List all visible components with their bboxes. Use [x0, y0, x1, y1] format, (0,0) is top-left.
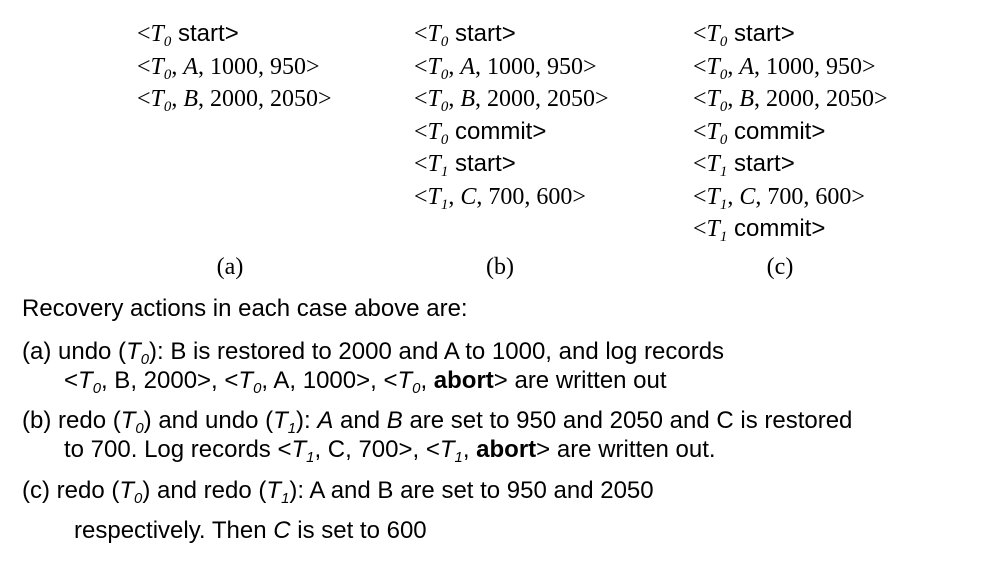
- caption-c: (c): [766, 254, 794, 280]
- case-a-line-1: (a) undo (T0): B is restored to 2000 and…: [22, 337, 725, 368]
- recovery-heading: Recovery actions in each case above are:: [22, 295, 468, 322]
- tx-ref: T1: [439, 436, 463, 466]
- log-record: <T1, C, 700, 600>: [693, 183, 865, 213]
- tx-ref: T1: [266, 477, 290, 507]
- log-record: <T0, A, 1000, 950>: [137, 53, 320, 83]
- case-c-line-1: (c) redo (T0) and redo (T1): A and B are…: [22, 477, 654, 507]
- log-record: <T0 commit>: [693, 117, 826, 148]
- caption-a: (a): [216, 254, 244, 280]
- log-record: <T0, A, 1000, 950>: [693, 53, 876, 83]
- case-b-line-2: to 700. Log records <T1, C, 700>, <T1, a…: [64, 436, 716, 466]
- case-b-line-1: (b) redo (T0) and undo (T1): A and B are…: [22, 407, 853, 437]
- log-record: <T0 start>: [137, 20, 239, 50]
- log-record: <T0, B, 2000, 2050>: [693, 86, 888, 115]
- tx-ref: T0: [126, 338, 150, 368]
- log-record: <T0, A, 1000, 950>: [414, 53, 597, 83]
- log-column-a: <T0 start> <T0, A, 1000, 950> <T0, B, 2000…: [137, 18, 332, 116]
- log-record: <T0 commit>: [414, 117, 547, 148]
- tx-ref: T0: [238, 367, 262, 397]
- log-column-b: <T0 start> <T0, A, 1000, 950> <T0, B, 2000…: [414, 18, 609, 213]
- case-c-line-2: respectively. Then C is set to 600: [74, 517, 427, 544]
- log-column-c: <T0 start> <T0, A, 1000, 950> <T0, B, 2000…: [693, 18, 888, 246]
- log-record: <T1 start>: [693, 150, 795, 180]
- log-record: <T0, B, 2000, 2050>: [414, 86, 609, 115]
- abort-keyword: abort: [433, 367, 494, 394]
- tx-ref: T0: [120, 407, 144, 437]
- log-record: <T0 start>: [414, 20, 516, 50]
- case-a-prefix: (a) undo (: [22, 338, 127, 365]
- tx-ref: T0: [78, 367, 101, 397]
- tx-ref: T0: [119, 477, 143, 507]
- log-record: <T0 start>: [693, 20, 795, 50]
- tx-ref: T1: [291, 436, 315, 466]
- log-record: <T0, B, 2000, 2050>: [137, 86, 332, 115]
- caption-b: (b): [486, 254, 514, 280]
- log-record: <T1, C, 700, 600>: [414, 183, 586, 213]
- log-record: <T1 commit>: [693, 215, 826, 245]
- case-a-line-2: <T0, B, 2000>, <T0, A, 1000>, <T0, abort…: [64, 367, 667, 397]
- tx-ref: T0: [397, 367, 421, 397]
- case-a-text: ): B is restored to 2000 and A to 1000, …: [149, 338, 725, 365]
- log-record: <T1 start>: [414, 150, 516, 180]
- abort-keyword: abort: [476, 436, 537, 463]
- tx-ref: T1: [273, 407, 297, 437]
